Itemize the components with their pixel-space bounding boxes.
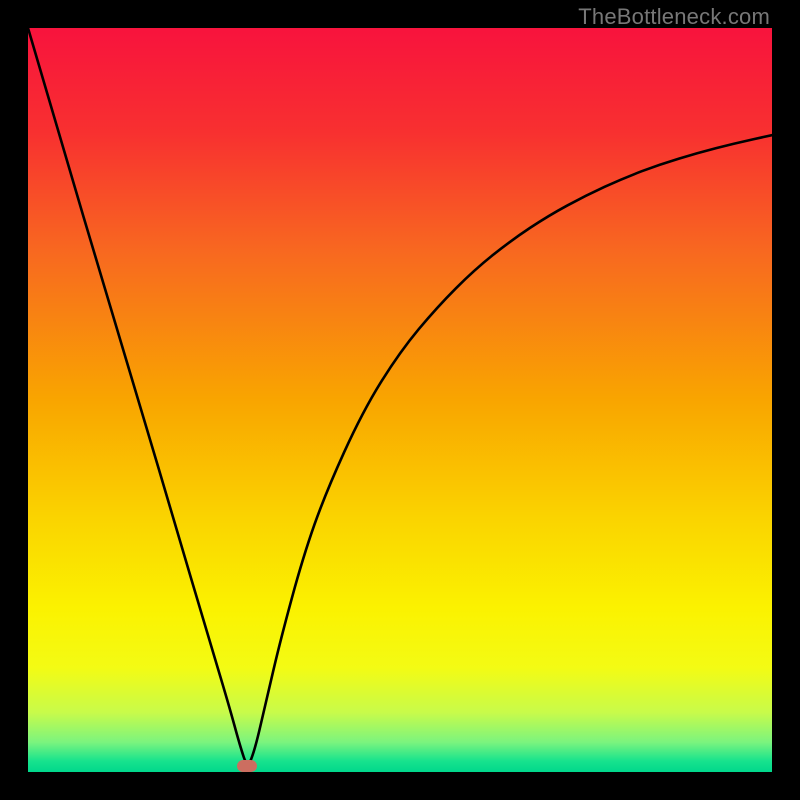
plot-area xyxy=(28,28,772,772)
watermark-label: TheBottleneck.com xyxy=(578,4,770,30)
optimal-point-marker xyxy=(237,760,257,772)
bottleneck-curve xyxy=(28,28,772,772)
chart-container: TheBottleneck.com xyxy=(0,0,800,800)
